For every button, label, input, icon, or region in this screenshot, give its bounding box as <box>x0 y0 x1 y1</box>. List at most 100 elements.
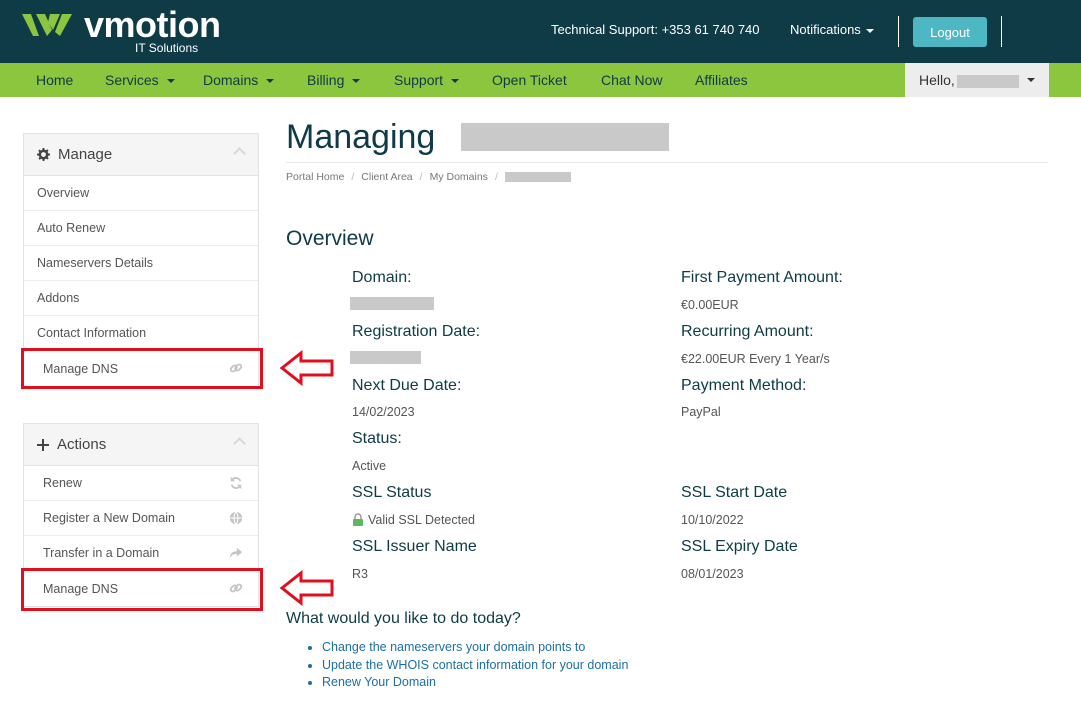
refresh-icon <box>230 476 242 490</box>
caret-down-icon <box>166 79 175 84</box>
nav-support[interactable]: Support <box>394 63 460 97</box>
breadcrumb-client-area[interactable]: Client Area <box>361 171 412 183</box>
chevron-up-icon[interactable] <box>233 437 246 450</box>
nav-label: Open Ticket <box>492 72 567 88</box>
ssl-issuer-label: SSL Issuer Name <box>352 538 477 555</box>
caret-down-icon <box>1027 78 1035 82</box>
next-due-date-label: Next Due Date: <box>352 377 462 394</box>
sidebar-item-label: Addons <box>37 291 80 305</box>
page-title: Managing <box>286 118 436 156</box>
top-header: vmotion IT Solutions Technical Support: … <box>0 0 1081 63</box>
brand-subtitle: IT Solutions <box>135 41 199 55</box>
sidebar-item-label: Contact Information <box>37 326 147 340</box>
nav-label: Billing <box>307 72 345 88</box>
chevron-up-icon[interactable] <box>233 147 246 160</box>
status-label: Status: <box>352 430 402 447</box>
nav-open-ticket[interactable]: Open Ticket <box>492 63 567 97</box>
update-whois-link[interactable]: Update the WHOIS contact information for… <box>307 657 628 675</box>
next-due-date-value: 14/02/2023 <box>352 405 415 419</box>
sidebar-item-label: Register a New Domain <box>43 511 175 525</box>
sidebar-item-label: Renew <box>43 476 82 490</box>
redacted-domain-value <box>350 297 434 310</box>
gear-icon <box>37 148 50 161</box>
sidebar-item-nameservers[interactable]: Nameservers Details <box>24 246 258 281</box>
nav-affiliates[interactable]: Affiliates <box>695 63 748 97</box>
ssl-expiry-date-value: 08/01/2023 <box>681 567 744 581</box>
sidebar-item-overview[interactable]: Overview <box>24 176 258 211</box>
ssl-status-text: Valid SSL Detected <box>368 513 476 527</box>
domain-label: Domain: <box>352 269 412 286</box>
ssl-start-date-label: SSL Start Date <box>681 484 788 501</box>
redacted-registration-date <box>350 351 421 364</box>
brand-name: vmotion <box>84 4 221 45</box>
nav-services[interactable]: Services <box>105 63 175 97</box>
sidebar-item-label: Auto Renew <box>37 221 106 235</box>
vmotion-logo-mark <box>22 14 72 36</box>
sidebar-item-label: Transfer in a Domain <box>43 546 160 560</box>
ssl-status-value: Valid SSL Detected <box>352 513 475 527</box>
nav-label: Support <box>394 72 444 88</box>
annotation-highlight-box <box>21 348 263 389</box>
sidebar-item-transfer-domain[interactable]: Transfer in a Domain <box>24 536 258 571</box>
ssl-start-date-value: 10/10/2022 <box>681 513 744 527</box>
breadcrumb-separator: / <box>494 171 498 183</box>
breadcrumb-portal-home[interactable]: Portal Home <box>286 171 344 183</box>
nav-label: Chat Now <box>601 72 663 88</box>
logout-button[interactable]: Logout <box>913 17 987 47</box>
title-divider <box>286 162 1048 163</box>
todo-heading: What would you like to do today? <box>286 610 521 627</box>
technical-support-phone[interactable]: Technical Support: +353 61 740 740 <box>551 22 760 37</box>
renew-domain-link[interactable]: Renew Your Domain <box>307 674 628 692</box>
redacted-domain-name <box>461 123 669 151</box>
nav-label: Services <box>105 72 159 88</box>
change-nameservers-link[interactable]: Change the nameservers your domain point… <box>307 639 628 657</box>
sidebar-item-register-domain[interactable]: Register a New Domain <box>24 501 258 536</box>
ssl-issuer-value: R3 <box>352 567 368 581</box>
share-icon <box>229 547 243 559</box>
nav-billing[interactable]: Billing <box>307 63 361 97</box>
notifications-dropdown[interactable]: Notifications <box>790 22 874 37</box>
nav-label: Affiliates <box>695 72 748 88</box>
breadcrumb-separator: / <box>419 171 423 183</box>
registration-date-label: Registration Date: <box>352 323 481 340</box>
header-divider <box>898 16 899 47</box>
sidebar-item-contact-information[interactable]: Contact Information <box>24 316 258 351</box>
globe-icon <box>229 511 243 525</box>
sidebar-item-auto-renew[interactable]: Auto Renew <box>24 211 258 246</box>
main-nav: Home Services Domains Billing Support Op… <box>0 63 1081 97</box>
breadcrumb: Portal Home / Client Area / My Domains / <box>286 171 571 183</box>
breadcrumb-separator: / <box>351 171 355 183</box>
hello-label: Hello, <box>919 72 955 88</box>
header-divider <box>1001 16 1002 47</box>
actions-panel-header[interactable]: Actions <box>24 424 258 466</box>
manage-panel-title: Manage <box>58 146 113 163</box>
overview-heading: Overview <box>286 227 374 250</box>
recurring-amount-value: €22.00EUR Every 1 Year/s <box>681 352 830 366</box>
nav-chat-now[interactable]: Chat Now <box>601 63 662 97</box>
caret-down-icon <box>266 79 275 84</box>
nav-label: Home <box>36 72 74 88</box>
redacted-username <box>956 74 1019 88</box>
first-payment-label: First Payment Amount: <box>681 269 843 286</box>
manage-panel-header[interactable]: Manage <box>24 134 258 176</box>
nav-domains[interactable]: Domains <box>203 63 275 97</box>
first-payment-value: €0.00EUR <box>681 298 739 312</box>
ssl-expiry-date-label: SSL Expiry Date <box>681 538 798 555</box>
actions-panel-title: Actions <box>57 436 107 453</box>
logo[interactable]: vmotion IT Solutions <box>22 4 221 55</box>
sidebar-item-renew[interactable]: Renew <box>24 466 258 501</box>
breadcrumb-my-domains[interactable]: My Domains <box>430 171 488 183</box>
ssl-status-label: SSL Status <box>352 484 432 501</box>
caret-down-icon <box>865 28 874 33</box>
payment-method-label: Payment Method: <box>681 377 807 394</box>
payment-method-value: PayPal <box>681 405 721 419</box>
sidebar-item-label: Overview <box>37 186 90 200</box>
status-value: Active <box>352 459 387 473</box>
sidebar-item-addons[interactable]: Addons <box>24 281 258 316</box>
user-menu[interactable]: Hello, <box>905 63 1049 97</box>
nav-label: Domains <box>203 72 259 88</box>
caret-down-icon <box>352 79 361 84</box>
annotation-arrow-icon <box>279 350 334 386</box>
plus-icon <box>37 438 49 451</box>
nav-home[interactable]: Home <box>36 63 73 97</box>
